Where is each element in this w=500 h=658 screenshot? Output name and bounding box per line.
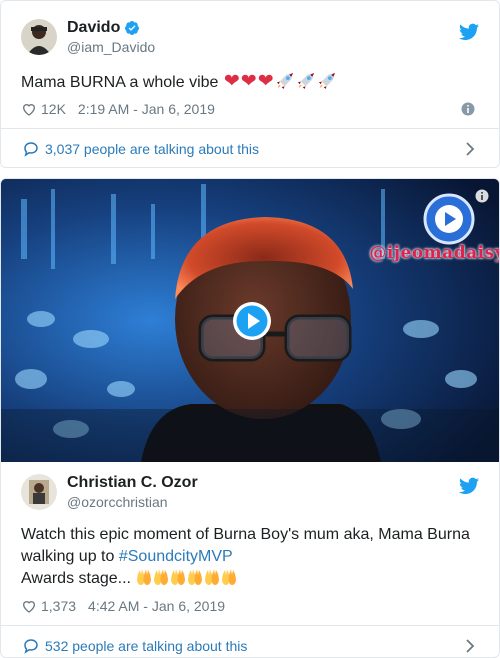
timestamp[interactable]: 4:42 AM - Jan 6, 2019 <box>88 598 225 614</box>
channel-logo-icon <box>423 193 475 245</box>
raised-hands-emoji-icon <box>171 569 186 585</box>
tweet-card-ozor[interactable]: @ijeomadaisy Christian C. Ozor @ozorcchr… <box>0 178 500 658</box>
raised-hands-emoji-icon <box>222 569 237 585</box>
talking-about-link[interactable]: 532 people are talking about this <box>1 625 499 657</box>
tweet-text-line: Watch this epic moment of Burna Boy's mu… <box>21 526 470 543</box>
talking-about-text: 532 people are talking about this <box>45 637 248 654</box>
display-name-text: Davido <box>67 19 121 36</box>
handle[interactable]: @iam_Davido <box>67 38 155 56</box>
rocket-emoji-icon <box>318 72 335 90</box>
tweet-text-body: Mama BURNA a whole vibe <box>21 74 219 91</box>
avatar[interactable] <box>21 19 57 55</box>
tweet-text-line: walking up to #SoundcityMVP <box>21 546 479 568</box>
tweet-meta: 12K 2:19 AM - Jan 6, 2019 <box>21 100 215 118</box>
talking-about-link[interactable]: 3,037 people are talking about this <box>1 128 499 167</box>
like-heart-icon[interactable] <box>21 598 37 614</box>
speech-bubble-icon <box>24 141 38 157</box>
tweet-text-line3: Awards stage... <box>21 570 131 587</box>
raised-hands-emoji-group <box>135 569 237 587</box>
like-count[interactable]: 12K <box>41 101 66 117</box>
play-button-icon[interactable] <box>232 301 272 341</box>
like-count[interactable]: 1,373 <box>41 598 76 614</box>
like-heart-icon[interactable] <box>21 101 37 117</box>
info-icon[interactable] <box>475 189 489 203</box>
video-media[interactable]: @ijeomadaisy <box>1 179 500 462</box>
tweet-text-line-prefix: walking up to <box>21 548 119 565</box>
verified-badge-icon <box>125 21 140 35</box>
video-watermark: @ijeomadaisy <box>369 243 500 263</box>
heart-emoji-icon: ❤ <box>240 71 257 92</box>
twitter-bird-icon[interactable] <box>459 23 479 41</box>
timestamp[interactable]: 2:19 AM - Jan 6, 2019 <box>78 101 215 117</box>
tweet-header: Davido @iam_Davido <box>21 17 155 57</box>
raised-hands-emoji-icon <box>188 569 203 585</box>
twitter-bird-icon[interactable] <box>459 477 479 495</box>
handle[interactable]: @ozorcchristian <box>67 493 198 511</box>
raised-hands-emoji-icon <box>137 569 152 585</box>
tweet-text-line: Awards stage... <box>21 568 479 590</box>
chevron-right-icon <box>466 142 475 156</box>
raised-hands-emoji-icon <box>154 569 169 585</box>
speech-bubble-icon <box>24 638 38 654</box>
heart-emoji-icon: ❤ <box>223 71 240 92</box>
tweet-header: Christian C. Ozor @ozorcchristian <box>21 472 198 512</box>
info-icon[interactable] <box>461 102 475 116</box>
raised-hands-emoji-icon <box>205 569 220 585</box>
rocket-emoji-icon <box>276 72 293 90</box>
display-name[interactable]: Christian C. Ozor <box>67 473 198 493</box>
hashtag-link[interactable]: #SoundcityMVP <box>119 548 233 565</box>
rocket-emoji-icon <box>297 72 314 90</box>
avatar[interactable] <box>21 474 57 510</box>
tweet-card-davido[interactable]: Davido @iam_Davido Mama BURNA a whole vi… <box>0 0 500 168</box>
tweet-meta: 1,373 4:42 AM - Jan 6, 2019 <box>21 597 225 615</box>
tweet-text: Watch this epic moment of Burna Boy's mu… <box>21 524 479 590</box>
heart-emoji-icon: ❤ <box>257 71 274 92</box>
display-name[interactable]: Davido <box>67 18 155 38</box>
talking-about-text: 3,037 people are talking about this <box>45 140 260 157</box>
chevron-right-icon <box>466 639 475 653</box>
tweet-text: Mama BURNA a whole vibe ❤❤❤ <box>21 71 479 94</box>
